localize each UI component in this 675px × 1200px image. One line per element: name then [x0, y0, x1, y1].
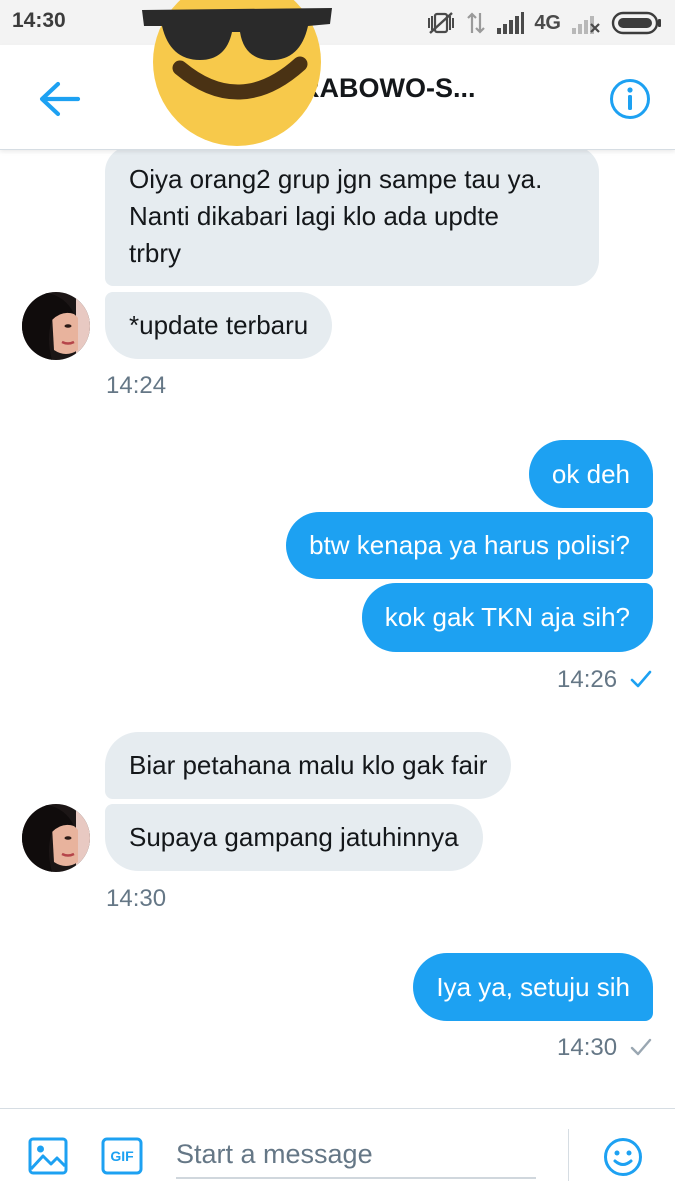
sender-avatar[interactable] [22, 804, 90, 872]
battery-icon [611, 10, 663, 36]
outgoing-message[interactable]: btw kenapa ya harus polisi? [286, 512, 653, 579]
message-line: Nanti dikabari lagi klo ada updte [129, 201, 500, 231]
message-text: Supaya gampang jatuhinnya [129, 822, 459, 852]
read-check-icon [630, 670, 652, 688]
signal-empty-icon [571, 11, 601, 35]
status-icons: 4G [426, 10, 663, 36]
image-icon [28, 1137, 68, 1175]
incoming-message[interactable]: Oiya orang2 grup jgn sampe tau ya. Nanti… [105, 150, 599, 286]
message-line: trbry [129, 238, 181, 268]
status-time: 14:30 [12, 9, 66, 32]
status-bar: 14:30 4G [0, 0, 675, 45]
message-text: ok deh [551, 459, 630, 489]
message-timestamp: 14:24 [106, 372, 167, 399]
message-timestamp: 14:26 [557, 666, 618, 693]
sent-check-icon [630, 1038, 652, 1056]
message-composer: GIF [0, 1108, 675, 1200]
gif-label: GIF [110, 1148, 134, 1164]
vibrate-off-icon [426, 11, 456, 35]
message-text: kok gak TKN aja sih? [384, 602, 630, 632]
gif-button[interactable]: GIF [101, 1137, 143, 1175]
composer-divider [568, 1129, 569, 1181]
info-button[interactable] [608, 77, 652, 121]
conversation-header: RABOWO-S... [0, 45, 675, 150]
outgoing-message[interactable]: ok deh [528, 440, 653, 508]
info-icon [610, 79, 650, 119]
message-text: *update terbaru [129, 310, 309, 340]
add-media-button[interactable] [28, 1136, 68, 1181]
conversation-title[interactable]: RABOWO-S... [300, 73, 476, 104]
message-thread: Oiya orang2 grup jgn sampe tau ya. Nanti… [0, 150, 675, 1108]
signal-icon [496, 11, 525, 35]
message-timestamp: 14:30 [557, 1034, 618, 1061]
back-button[interactable] [34, 77, 86, 121]
smiley-icon [604, 1138, 642, 1176]
outgoing-message[interactable]: Iya ya, setuju sih [413, 953, 653, 1021]
message-input[interactable] [176, 1131, 536, 1179]
data-transfer-icon [466, 11, 486, 35]
network-type: 4G [534, 11, 561, 34]
arrow-left-icon [39, 81, 81, 117]
message-text: Biar petahana malu klo gak fair [129, 750, 488, 780]
message-text: Iya ya, setuju sih [436, 972, 630, 1002]
message-line: Oiya orang2 grup jgn sampe tau ya. [129, 164, 543, 194]
incoming-message[interactable]: *update terbaru [105, 292, 333, 359]
sender-avatar[interactable] [22, 292, 90, 360]
outgoing-message[interactable]: kok gak TKN aja sih? [361, 583, 653, 652]
message-text: btw kenapa ya harus polisi? [309, 530, 630, 560]
incoming-message[interactable]: Biar petahana malu klo gak fair [105, 732, 512, 799]
message-timestamp: 14:30 [106, 885, 167, 912]
emoji-button[interactable] [603, 1137, 643, 1182]
incoming-message[interactable]: Supaya gampang jatuhinnya [105, 804, 483, 871]
